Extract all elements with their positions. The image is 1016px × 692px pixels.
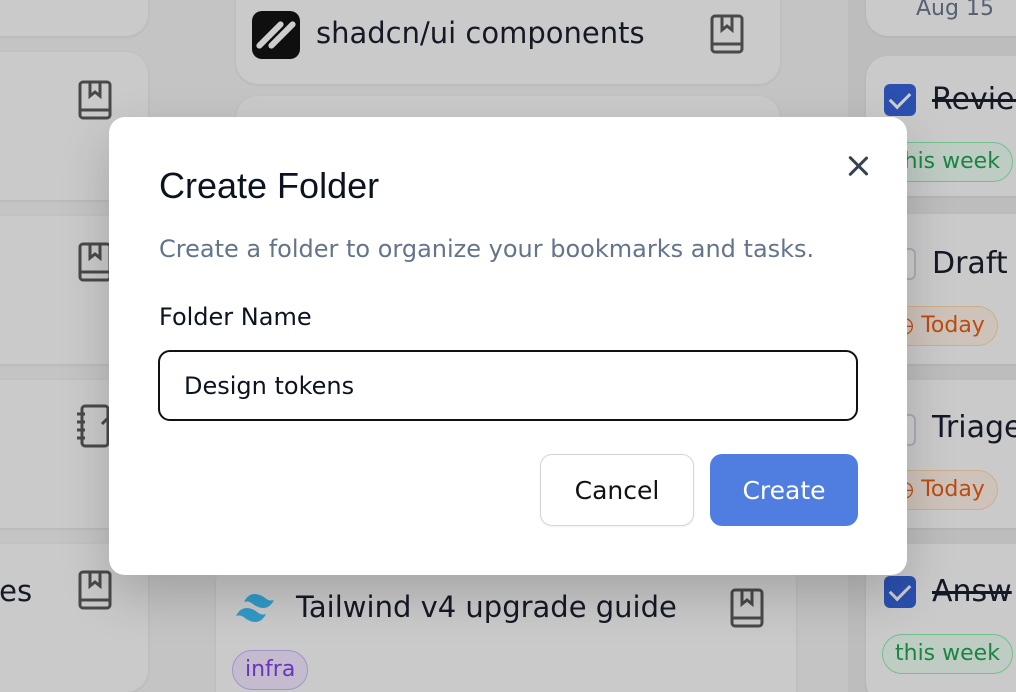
close-icon[interactable] <box>843 151 873 181</box>
create-folder-dialog: Create Folder Create a folder to organiz… <box>109 117 907 575</box>
dialog-title: Create Folder <box>159 165 380 206</box>
dialog-description: Create a folder to organize your bookmar… <box>159 235 815 263</box>
cancel-button[interactable]: Cancel <box>540 454 694 526</box>
folder-name-input[interactable] <box>158 350 858 421</box>
create-button[interactable]: Create <box>710 454 858 526</box>
folder-name-label: Folder Name <box>159 303 312 331</box>
